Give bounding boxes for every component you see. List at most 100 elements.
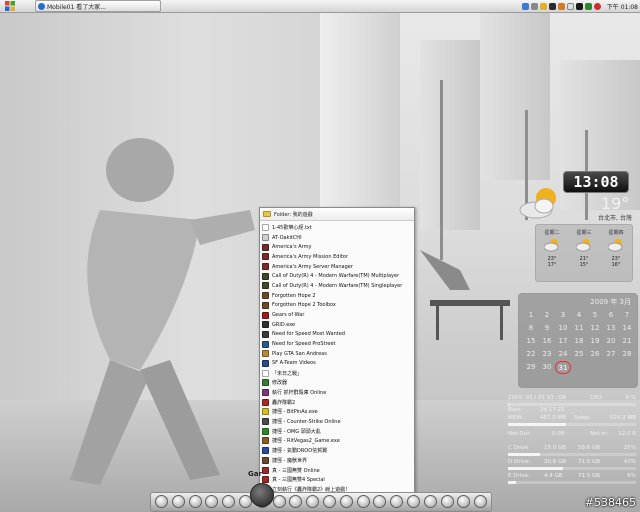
drive-usage-bar	[508, 481, 636, 484]
launcher-item[interactable]: 真 - 三國無雙 Online	[262, 465, 412, 475]
dock-app-icon[interactable]	[222, 495, 236, 508]
launcher-item[interactable]: Need for Speed Most Wanted	[262, 330, 412, 340]
calendar-day[interactable]: 1	[523, 309, 539, 322]
calendar-day[interactable]: 21	[619, 335, 635, 348]
dock-app-icon[interactable]	[171, 495, 185, 508]
calendar-day[interactable]: 5	[587, 309, 603, 322]
calendar-day[interactable]: 10	[555, 322, 571, 335]
calendar-day[interactable]: 4	[571, 309, 587, 322]
drive-row: D Drive: 30.8 GB 71.5 GB 43%	[508, 459, 638, 466]
launcher-item[interactable]: 轟炸隊霸2	[262, 397, 412, 407]
calendar-day[interactable]: 29	[523, 361, 539, 374]
launcher-item[interactable]: America's Army Mission Editor	[262, 252, 412, 262]
app-tray-icon[interactable]	[593, 2, 601, 10]
calendar-day[interactable]: 23	[539, 348, 555, 361]
launcher-item[interactable]: 捷徑 - 氣動DROO信賀翼	[262, 446, 412, 456]
dock-app-icon[interactable]	[205, 495, 219, 508]
calendar-day[interactable]: 2	[539, 309, 555, 322]
calendar-day[interactable]: 17	[555, 335, 571, 348]
calendar-day[interactable]: 6	[603, 309, 619, 322]
calendar-day[interactable]: 27	[603, 348, 619, 361]
calendar-day[interactable]: 15	[523, 335, 539, 348]
dock-app-icon[interactable]	[323, 495, 336, 508]
launcher-item[interactable]: 修改器	[262, 378, 412, 388]
dock-app-icon[interactable]	[440, 495, 454, 508]
calendar-day[interactable]: 24	[555, 348, 571, 361]
launcher-item[interactable]: 真 - 三國無雙4 Special	[262, 475, 412, 485]
launcher-item[interactable]: 捷徑 - BitPinAs.exe	[262, 407, 412, 417]
launcher-item[interactable]: SF A-Team Videos	[262, 359, 412, 369]
calendar-day[interactable]: 20	[603, 335, 619, 348]
launcher-item[interactable]: GRID.exe	[262, 320, 412, 330]
wallpaper-building	[480, 10, 550, 180]
launcher-item[interactable]: 執行 抓杆群毀庫 Online	[262, 388, 412, 398]
launcher-item[interactable]: Play GTA San Andreas	[262, 349, 412, 359]
calendar-day[interactable]: 9	[539, 322, 555, 335]
dock-app-icon[interactable]	[474, 495, 488, 508]
launcher-item[interactable]: Gears of War	[262, 310, 412, 320]
launcher-item[interactable]: America's Army Server Manager	[262, 262, 412, 272]
calendar-day[interactable]: 11	[571, 322, 587, 335]
launcher-item[interactable]: 捷徑 - OMG 頭頭大亂	[262, 426, 412, 436]
calendar-day[interactable]: 14	[619, 322, 635, 335]
launcher-item[interactable]: 捷徑 - 魔獸世界	[262, 456, 412, 466]
dock-app-icon[interactable]	[289, 495, 303, 508]
calendar-day[interactable]: 3	[555, 309, 571, 322]
start-button[interactable]	[3, 1, 17, 12]
app-tray-icon[interactable]	[557, 2, 565, 10]
calendar-day[interactable]: 26	[587, 348, 603, 361]
app-icon	[262, 418, 269, 426]
launcher-item[interactable]: America's Army	[262, 242, 412, 252]
dock-app-icon[interactable]	[272, 495, 286, 508]
calendar-day[interactable]: 13	[603, 322, 619, 335]
calendar-day[interactable]: 19	[587, 335, 603, 348]
calendar-day[interactable]: 28	[619, 348, 635, 361]
launcher-item[interactable]: 捷徑 - Counter-Strike Online	[262, 417, 412, 427]
weather-gadget[interactable]: 13:08 19° 台北市, 台灣 星期二 23° 17° 星期三 21° 15…	[515, 168, 633, 283]
tray-clock[interactable]: 下午 01:08	[607, 2, 638, 11]
taskbar-task-button[interactable]: Mobile01 看了大家...	[35, 0, 161, 12]
calendar-day[interactable]: 7	[619, 309, 635, 322]
dock-app-icon[interactable]	[356, 495, 370, 508]
calendar-day[interactable]: 12	[587, 322, 603, 335]
launcher-folder-menu[interactable]: Folder: 我的遊戲 1-45歡樂心經.txt AT-OakitCHI Amer…	[259, 207, 415, 503]
dock-app-icon[interactable]	[188, 495, 202, 508]
app-tray-icon[interactable]	[548, 2, 556, 10]
launcher-item[interactable]: AT-OakitCHI	[262, 233, 412, 243]
launcher-item[interactable]: Forgotten Hope 2 Toolbox	[262, 301, 412, 311]
calendar-day[interactable]: 8	[523, 322, 539, 335]
app-tray-icon[interactable]	[566, 2, 574, 10]
calendar-day[interactable]: 30	[539, 361, 555, 374]
dock-app-icon[interactable]	[407, 495, 420, 508]
calendar-day-today[interactable]: 31	[555, 361, 571, 374]
calendar-day[interactable]: 22	[523, 348, 539, 361]
dock-active-app-icon[interactable]	[250, 483, 274, 507]
calendar-day[interactable]: 16	[539, 335, 555, 348]
calendar-day[interactable]: 18	[571, 335, 587, 348]
launcher-item[interactable]: Call of Duty(R) 4 - Modern Warfare(TM) M…	[262, 271, 412, 281]
launcher-item[interactable]: 「末日之戰」	[262, 368, 412, 378]
network-icon[interactable]	[521, 2, 529, 10]
drive-percent: 25%	[623, 445, 636, 451]
app-tray-icon[interactable]	[584, 2, 592, 10]
launcher-item[interactable]: Forgotten Hope 2	[262, 291, 412, 301]
launcher-folder-header[interactable]: Folder: 我的遊戲	[260, 208, 414, 221]
launcher-item[interactable]: 捷徑 - RitVegas2_Game.exe	[262, 436, 412, 446]
calendar-day[interactable]: 25	[571, 348, 587, 361]
dock-app-icon[interactable]	[390, 495, 404, 508]
app-tray-icon[interactable]	[575, 2, 583, 10]
dock-app-icon[interactable]	[339, 495, 353, 508]
dock-app-icon[interactable]	[373, 495, 387, 508]
volume-icon[interactable]	[530, 2, 538, 10]
drive-total: 71.5 GB	[578, 473, 601, 479]
dock-app-icon[interactable]	[155, 495, 168, 508]
launcher-item[interactable]: Need for Speed ProStreet	[262, 339, 412, 349]
dock-app-icon[interactable]	[423, 495, 437, 508]
security-icon[interactable]	[539, 2, 547, 10]
dock-app-icon[interactable]	[306, 495, 320, 508]
dock-app-icon[interactable]	[457, 495, 471, 508]
calendar-gadget[interactable]: 2009 年 3月 1 2 3 4 5 6 7 8 9 10 11 12 13 14 15 16 17 18 19 2…	[518, 293, 638, 388]
net-out-label: Net Out:	[508, 431, 532, 437]
launcher-item[interactable]: Call of Duty(R) 4 - Modern Warfare(TM) S…	[262, 281, 412, 291]
launcher-item[interactable]: 1-45歡樂心經.txt	[262, 223, 412, 233]
